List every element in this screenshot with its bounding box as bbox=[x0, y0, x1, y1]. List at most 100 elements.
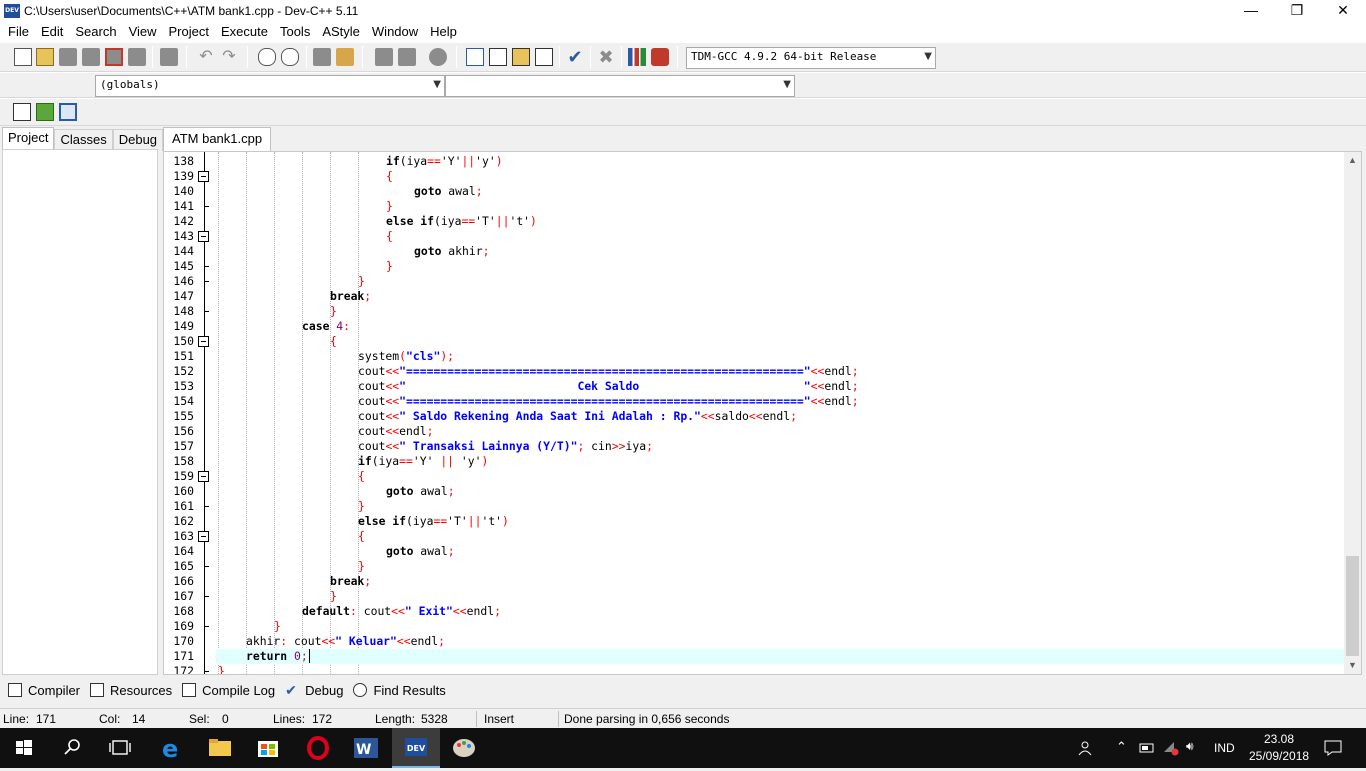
opera-button[interactable] bbox=[294, 728, 342, 768]
compile-run-icon[interactable] bbox=[512, 48, 530, 66]
store-button[interactable] bbox=[244, 728, 292, 768]
code-line[interactable]: { bbox=[216, 229, 1346, 244]
save-icon[interactable] bbox=[59, 48, 77, 66]
code-editor[interactable]: 1381391401411421431441451461471481491501… bbox=[163, 151, 1362, 675]
fold-collapse-icon[interactable] bbox=[198, 531, 209, 542]
compiler-select[interactable]: TDM-GCC 4.9.2 64-bit Release ▼ bbox=[686, 47, 936, 69]
menu-help[interactable]: Help bbox=[424, 22, 463, 42]
member-select[interactable]: ▼ bbox=[445, 75, 795, 97]
code-area[interactable]: if(iya=='Y'||'y'){goto awal;}else if(iya… bbox=[216, 152, 1346, 674]
code-line[interactable]: cout<<endl; bbox=[216, 424, 1346, 439]
tab-debug[interactable]: Debug bbox=[113, 129, 163, 151]
start-button[interactable] bbox=[0, 728, 48, 768]
code-line[interactable]: if(iya=='Y' || 'y') bbox=[216, 454, 1346, 469]
code-line[interactable]: { bbox=[216, 334, 1346, 349]
tab-classes[interactable]: Classes bbox=[54, 129, 112, 151]
forward-icon[interactable] bbox=[398, 48, 416, 66]
code-line[interactable]: goto awal; bbox=[216, 184, 1346, 199]
code-line[interactable]: cout<<" Transaksi Lainnya (Y/T)"; cin>>i… bbox=[216, 439, 1346, 454]
print-icon[interactable] bbox=[160, 48, 178, 66]
fold-collapse-icon[interactable] bbox=[198, 171, 209, 182]
fold-collapse-icon[interactable] bbox=[198, 471, 209, 482]
goto-icon[interactable] bbox=[336, 48, 354, 66]
search-button[interactable] bbox=[48, 728, 96, 768]
code-line[interactable]: goto awal; bbox=[216, 544, 1346, 559]
scrollbar-thumb[interactable] bbox=[1346, 556, 1359, 656]
code-line[interactable]: } bbox=[216, 199, 1346, 214]
file-explorer-button[interactable] bbox=[196, 728, 244, 768]
code-line[interactable]: goto akhir; bbox=[216, 244, 1346, 259]
tab-compile-log[interactable]: Compile Log bbox=[178, 679, 281, 701]
menu-edit[interactable]: Edit bbox=[35, 22, 69, 42]
menu-window[interactable]: Window bbox=[366, 22, 424, 42]
edge-taskbar-button[interactable]: e bbox=[148, 728, 196, 768]
code-line[interactable]: } bbox=[216, 304, 1346, 319]
code-line[interactable]: } bbox=[216, 499, 1346, 514]
menu-view[interactable]: View bbox=[123, 22, 163, 42]
code-line[interactable]: { bbox=[216, 469, 1346, 484]
new-file-icon[interactable] bbox=[14, 48, 32, 66]
code-line[interactable]: goto awal; bbox=[216, 484, 1346, 499]
code-line[interactable]: } bbox=[216, 259, 1346, 274]
tab-resources[interactable]: Resources bbox=[86, 679, 178, 701]
menu-tools[interactable]: Tools bbox=[274, 22, 316, 42]
code-line[interactable]: cout<<" Cek Saldo "<<endl; bbox=[216, 379, 1346, 394]
chevron-up-icon[interactable]: ⌃ bbox=[1116, 739, 1127, 755]
scroll-down-icon[interactable]: ▼ bbox=[1344, 657, 1361, 674]
add-to-project-icon[interactable] bbox=[36, 103, 54, 121]
code-line[interactable]: } bbox=[216, 274, 1346, 289]
find-icon[interactable] bbox=[258, 48, 276, 66]
open-folder-icon[interactable] bbox=[36, 48, 54, 66]
close-button[interactable]: ✕ bbox=[1320, 0, 1366, 22]
tab-find-results[interactable]: Find Results bbox=[349, 679, 451, 701]
new-project-icon[interactable] bbox=[13, 103, 31, 121]
minimize-button[interactable]: — bbox=[1228, 0, 1274, 22]
tab-project[interactable]: Project bbox=[2, 127, 54, 151]
scope-select[interactable]: (globals) ▼ bbox=[95, 75, 445, 97]
menu-execute[interactable]: Execute bbox=[215, 22, 274, 42]
back-icon[interactable] bbox=[375, 48, 393, 66]
stop-execution-icon[interactable]: ✖ bbox=[597, 48, 615, 66]
code-line[interactable]: default: cout<<" Exit"<<endl; bbox=[216, 604, 1346, 619]
code-line[interactable]: cout<<"=================================… bbox=[216, 364, 1346, 379]
task-view-button[interactable] bbox=[96, 728, 144, 768]
redo-icon[interactable]: ↷ bbox=[220, 48, 238, 66]
rebuild-all-icon[interactable] bbox=[535, 48, 553, 66]
battery-icon[interactable] bbox=[1139, 741, 1157, 755]
project-options-icon[interactable] bbox=[59, 103, 77, 121]
volume-icon[interactable]: 🔊︎ bbox=[1186, 739, 1194, 754]
code-line[interactable]: break; bbox=[216, 574, 1346, 589]
code-line[interactable]: case 4: bbox=[216, 319, 1346, 334]
indent-icon[interactable] bbox=[313, 48, 331, 66]
devcpp-taskbar-button[interactable]: DEV bbox=[392, 728, 440, 768]
menu-project[interactable]: Project bbox=[163, 22, 215, 42]
tab-atm-bank1-cpp[interactable]: ATM bank1.cpp bbox=[163, 127, 271, 151]
code-line[interactable]: cout<<"=================================… bbox=[216, 394, 1346, 409]
maximize-button[interactable]: ❐ bbox=[1274, 0, 1320, 22]
tab-compiler[interactable]: Compiler bbox=[4, 679, 86, 701]
compile-icon[interactable] bbox=[466, 48, 484, 66]
run-icon[interactable] bbox=[489, 48, 507, 66]
code-line[interactable]: } bbox=[216, 559, 1346, 574]
code-line[interactable]: { bbox=[216, 529, 1346, 544]
vertical-scrollbar[interactable]: ▲ ▼ bbox=[1344, 152, 1361, 674]
close-all-icon[interactable] bbox=[128, 48, 146, 66]
code-line[interactable]: if(iya=='Y'||'y') bbox=[216, 154, 1346, 169]
menu-astyle[interactable]: AStyle bbox=[316, 22, 366, 42]
code-line[interactable]: else if(iya=='T'||'t') bbox=[216, 514, 1346, 529]
notification-icon[interactable] bbox=[1324, 740, 1342, 756]
code-line[interactable]: } bbox=[216, 619, 1346, 634]
menu-search[interactable]: Search bbox=[69, 22, 122, 42]
code-line[interactable]: return 0; bbox=[216, 649, 1346, 664]
network-disconnected-icon[interactable] bbox=[1162, 740, 1180, 756]
replace-icon[interactable] bbox=[281, 48, 299, 66]
code-line[interactable]: akhir: cout<<" Keluar"<<endl; bbox=[216, 634, 1346, 649]
save-all-icon[interactable] bbox=[82, 48, 100, 66]
project-tree[interactable] bbox=[2, 149, 158, 675]
profile-icon[interactable] bbox=[628, 48, 646, 66]
code-line[interactable]: else if(iya=='T'||'t') bbox=[216, 214, 1346, 229]
clock-date[interactable]: 25/09/2018 bbox=[1249, 749, 1309, 763]
code-line[interactable]: cout<<" Saldo Rekening Anda Saat Ini Ada… bbox=[216, 409, 1346, 424]
fold-collapse-icon[interactable] bbox=[198, 336, 209, 347]
clock-time[interactable]: 23.08 bbox=[1264, 732, 1294, 746]
